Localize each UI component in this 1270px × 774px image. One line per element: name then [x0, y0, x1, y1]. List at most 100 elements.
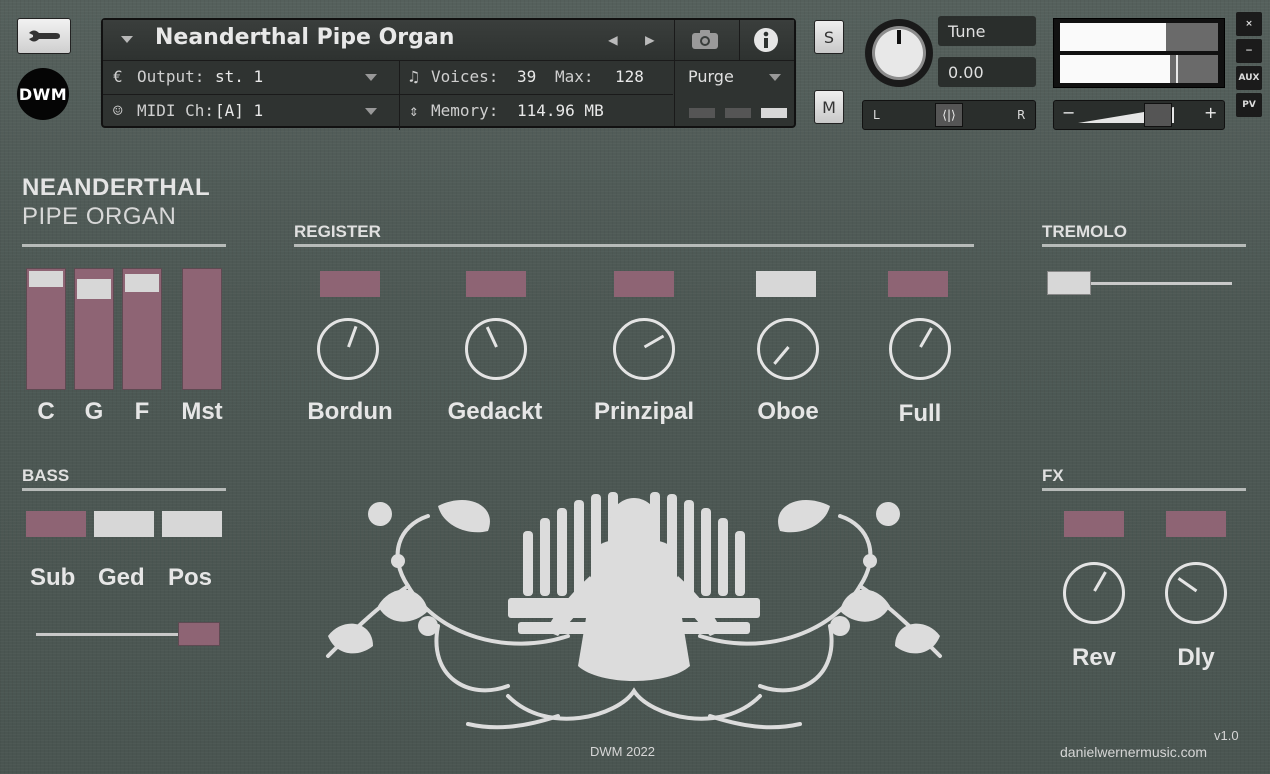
delay-toggle[interactable]	[1166, 511, 1226, 537]
pan-left-label: L	[873, 108, 880, 122]
fader-c[interactable]	[26, 268, 66, 390]
gedackt-toggle[interactable]	[466, 271, 526, 297]
fader-master[interactable]	[182, 268, 222, 390]
output-label: Output:	[137, 67, 205, 86]
bass-rule	[22, 488, 226, 491]
midi-dropdown-icon[interactable]	[365, 108, 377, 115]
divider	[674, 20, 675, 60]
instrument-window: DWM Neanderthal Pipe Organ ◀ ▶ € Output:…	[0, 0, 1270, 774]
ged-toggle[interactable]	[94, 511, 154, 537]
oboe-label: Oboe	[757, 398, 819, 425]
instrument-header: Neanderthal Pipe Organ ◀ ▶ € Output: st.…	[101, 18, 796, 130]
full-knob[interactable]	[889, 318, 951, 380]
volume-handle[interactable]	[1144, 103, 1172, 127]
midi-value[interactable]: [A] 1	[215, 101, 263, 120]
fader-handle[interactable]	[29, 271, 63, 287]
pan-right-label: R	[1017, 108, 1026, 122]
tremolo-handle[interactable]	[1047, 271, 1091, 295]
max-voices-value[interactable]: 128	[615, 67, 644, 86]
organist-illustration	[326, 492, 942, 730]
next-instrument-icon[interactable]: ▶	[645, 30, 655, 49]
meter-peak	[1176, 55, 1178, 83]
memory-value: 114.96 MB	[517, 101, 604, 120]
bass-heading: BASS	[22, 466, 70, 485]
max-label: Max:	[555, 67, 594, 86]
instrument-menu-icon[interactable]	[121, 36, 133, 43]
instrument-title: NEANDERTHAL	[22, 174, 211, 201]
instrument-subtitle: PIPE ORGAN	[22, 203, 177, 230]
level-meter	[1053, 18, 1225, 88]
fader-handle[interactable]	[77, 279, 111, 299]
mute-button[interactable]: M	[814, 90, 844, 124]
delay-knob[interactable]	[1165, 562, 1227, 624]
output-value[interactable]: st. 1	[215, 67, 263, 86]
tune-knob[interactable]	[862, 16, 936, 90]
gedackt-label: Gedackt	[447, 398, 543, 425]
divider	[739, 20, 740, 60]
title-rule	[22, 244, 226, 247]
midi-label: MIDI Ch:	[137, 101, 215, 120]
meter-right-bar	[1060, 55, 1170, 83]
purge-indicator-1	[689, 108, 715, 118]
wrench-icon	[29, 30, 60, 42]
purge-menu[interactable]: Purge	[688, 67, 734, 86]
snapshot-camera-icon[interactable]	[690, 28, 720, 54]
solo-button[interactable]: S	[814, 20, 844, 54]
volume-minus-label: −	[1062, 103, 1076, 122]
volume-plus-label: +	[1204, 103, 1218, 122]
minimize-button[interactable]: −	[1236, 39, 1262, 63]
sub-label: Sub	[30, 564, 76, 591]
pan-handle-icon[interactable]: ⟨|⟩	[935, 103, 963, 127]
website-link[interactable]: danielwernermusic.com	[1060, 744, 1207, 760]
tune-value[interactable]: 0.00	[938, 57, 1036, 87]
voices-label: Voices:	[431, 67, 499, 86]
prev-instrument-icon[interactable]: ◀	[608, 30, 618, 49]
reverb-toggle[interactable]	[1064, 511, 1124, 537]
fader-g[interactable]	[74, 268, 114, 390]
info-icon[interactable]	[753, 27, 779, 57]
credit-text: DWM 2022	[590, 744, 656, 759]
output-dropdown-icon[interactable]	[365, 74, 377, 81]
version-text: v1.0	[1214, 728, 1239, 743]
fader-f[interactable]	[122, 268, 162, 390]
prinzipal-label: Prinzipal	[593, 398, 695, 425]
bass-slider-handle[interactable]	[178, 622, 220, 646]
bordun-label: Bordun	[307, 398, 393, 425]
register-heading: REGISTER	[294, 222, 381, 241]
purge-indicator-3	[761, 108, 787, 118]
meter-left-bar	[1060, 23, 1166, 51]
full-toggle[interactable]	[888, 271, 948, 297]
reverb-label: Rev	[1071, 644, 1117, 671]
pan-slider[interactable]: L R ⟨|⟩	[862, 100, 1036, 130]
prinzipal-knob[interactable]	[613, 318, 675, 380]
bass-slider-track[interactable]	[36, 633, 196, 636]
oboe-toggle[interactable]	[756, 271, 816, 297]
gedackt-knob[interactable]	[465, 318, 527, 380]
fader-handle[interactable]	[125, 274, 159, 292]
fader-label-f: F	[134, 398, 150, 425]
header-title-row: Neanderthal Pipe Organ ◀ ▶	[103, 20, 794, 61]
memory-label: Memory:	[431, 101, 499, 120]
pv-button[interactable]: PV	[1236, 93, 1262, 117]
instrument-name[interactable]: Neanderthal Pipe Organ	[155, 25, 454, 50]
dwm-logo: DWM	[17, 68, 69, 120]
bordun-toggle[interactable]	[320, 271, 380, 297]
header-midi-row: ☺ MIDI Ch: [A] 1 ⇕ Memory: 114.96 MB	[103, 95, 673, 129]
wrench-button[interactable]	[17, 18, 71, 54]
reverb-knob[interactable]	[1063, 562, 1125, 624]
header-output-row: € Output: st. 1 ♫ Voices: 39 Max: 128	[103, 60, 673, 130]
volume-slider[interactable]: − +	[1053, 100, 1225, 130]
bordun-knob[interactable]	[317, 318, 379, 380]
purge-dropdown-icon[interactable]	[769, 74, 781, 81]
oboe-knob[interactable]	[757, 318, 819, 380]
fader-label-master: Mst	[181, 398, 223, 425]
close-button[interactable]: ×	[1236, 12, 1262, 36]
pos-toggle[interactable]	[162, 511, 222, 537]
aux-button[interactable]: AUX	[1236, 66, 1262, 90]
pos-label: Pos	[168, 564, 213, 591]
voices-value: 39	[517, 67, 537, 86]
prinzipal-toggle[interactable]	[614, 271, 674, 297]
ged-label: Ged	[98, 564, 145, 591]
sub-toggle[interactable]	[26, 511, 86, 537]
full-label: Full	[898, 400, 942, 427]
